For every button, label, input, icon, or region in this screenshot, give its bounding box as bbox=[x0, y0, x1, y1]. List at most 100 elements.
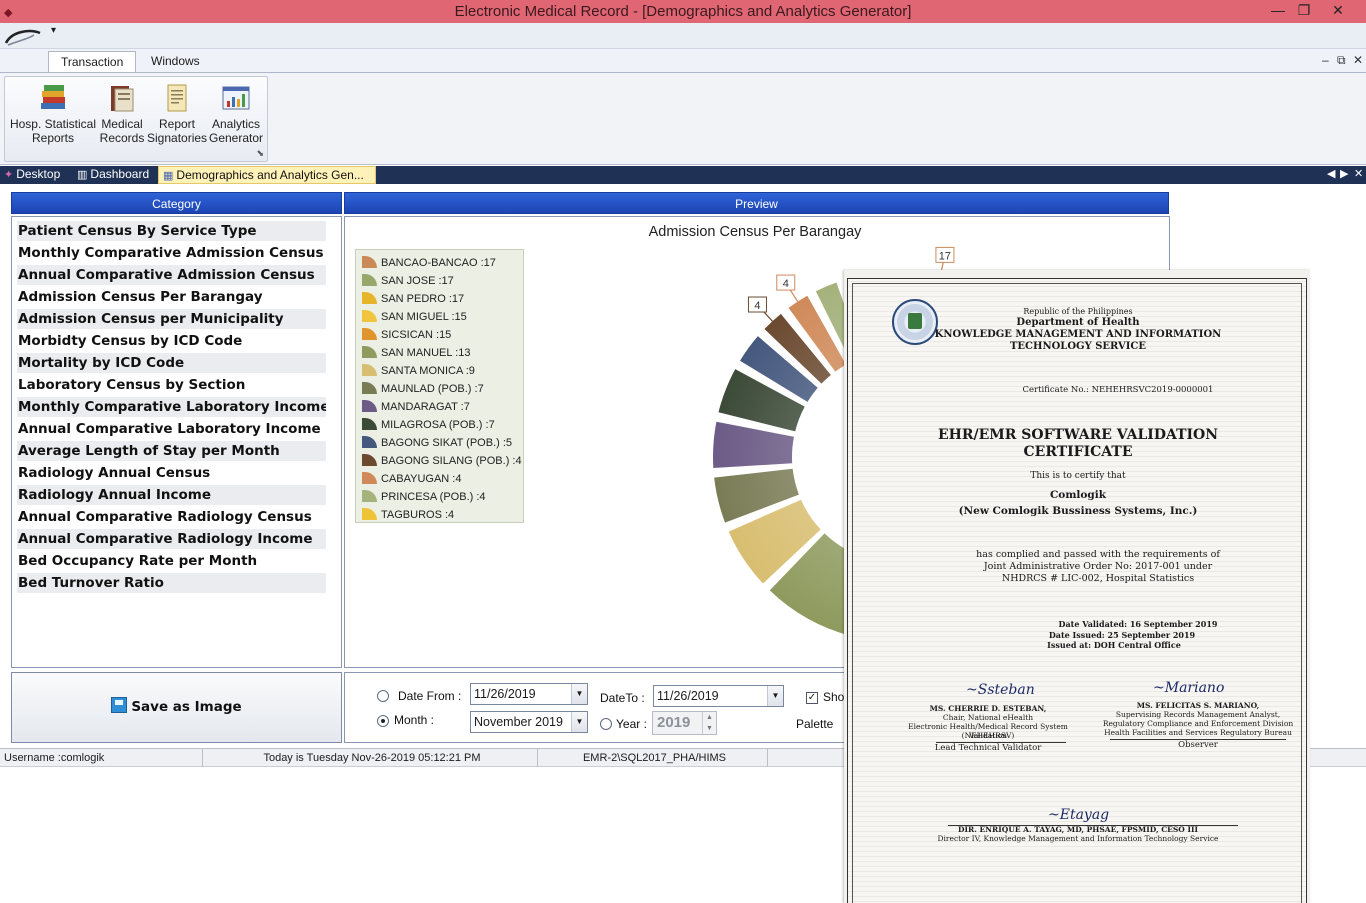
scroll-right-icon[interactable]: ▶ bbox=[1340, 167, 1348, 180]
month-value: November 2019 bbox=[474, 715, 563, 729]
ribbon-button-label: Hosp. Statistical bbox=[9, 117, 97, 131]
month-picker[interactable]: November 2019 ▼ bbox=[470, 711, 588, 733]
tab-transaction[interactable]: Transaction bbox=[48, 51, 137, 73]
cert-issued-at: Issued at: DOH Central Office bbox=[1047, 640, 1181, 650]
category-item[interactable]: Radiology Annual Census bbox=[17, 463, 326, 483]
date-to-label: DateTo : bbox=[600, 691, 645, 705]
cert-office1: KNOWLEDGE MANAGEMENT AND INFORMATION bbox=[934, 329, 1222, 340]
analytics-generator-button[interactable]: Analytics Generator bbox=[207, 79, 265, 145]
show-checkbox[interactable]: ✓ bbox=[806, 692, 818, 704]
ribbon-tabs: Transaction Windows – ⧉ ✕ bbox=[0, 49, 1366, 73]
legend-swatch bbox=[362, 274, 377, 286]
date-from-picker[interactable]: 11/26/2019 ▼ bbox=[470, 683, 588, 705]
sig2-role: Observer bbox=[1178, 740, 1218, 750]
ribbon-button-label: Report bbox=[158, 117, 196, 131]
report-signatories-button[interactable]: Report Signatories bbox=[147, 79, 207, 145]
legend-label: PRINCESA (POB.) :4 bbox=[381, 491, 486, 503]
legend-item: BAGONG SIKAT (POB.) :5 bbox=[362, 434, 512, 452]
legend-item: SAN MANUEL :13 bbox=[362, 344, 470, 362]
tab-windows[interactable]: Windows bbox=[139, 51, 212, 73]
chevron-down-icon[interactable]: ▼ bbox=[571, 712, 587, 732]
chevron-down-icon[interactable]: ▼ bbox=[767, 686, 783, 706]
medical-records-button[interactable]: Medical Records bbox=[97, 79, 147, 145]
document-icon bbox=[167, 84, 187, 112]
doc-tab-dashboard[interactable]: ▥ Dashboard bbox=[73, 166, 157, 184]
category-item[interactable]: Monthly Comparative Laboratory Income bbox=[17, 397, 326, 417]
category-item[interactable]: Monthly Comparative Admission Census bbox=[17, 243, 326, 263]
category-item[interactable]: Annual Comparative Laboratory Income bbox=[17, 419, 326, 439]
legend-swatch bbox=[362, 328, 377, 340]
category-item[interactable]: Annual Comparative Admission Census bbox=[17, 265, 326, 285]
document-tab-strip: ✦ Desktop ▥ Dashboard ▦ Demographics and An… bbox=[0, 166, 1366, 184]
legend-swatch bbox=[362, 292, 377, 304]
category-item[interactable]: Radiology Annual Income bbox=[17, 485, 326, 505]
legend-item: MAUNLAD (POB.) :7 bbox=[362, 380, 484, 398]
year-radio[interactable] bbox=[600, 718, 612, 730]
filter-panel: Date From : 11/26/2019 ▼ DateTo : 11/26/… bbox=[344, 672, 854, 743]
month-radio[interactable] bbox=[377, 715, 389, 727]
qat-dropdown-icon[interactable]: ▾ bbox=[51, 25, 56, 36]
category-item[interactable]: Laboratory Census by Section bbox=[17, 375, 326, 395]
doc-tab-demographics[interactable]: ▦ Demographics and Analytics Gen... bbox=[158, 166, 376, 184]
sig2-title-2: Regulatory Compliance and Enforcement Di… bbox=[1102, 719, 1294, 728]
dialog-launcher-icon[interactable]: ⬊ bbox=[256, 148, 264, 159]
restore-button[interactable]: ❐ bbox=[1289, 0, 1319, 22]
preview-header: Preview bbox=[344, 192, 1169, 214]
legend-label: BANCAO-BANCAO :17 bbox=[381, 257, 496, 269]
donut-slice bbox=[713, 421, 794, 468]
category-item[interactable]: Mortality by ICD Code bbox=[17, 353, 326, 373]
category-item[interactable]: Admission Census Per Barangay bbox=[17, 287, 326, 307]
cert-complied-3: NHDRCS # LIC-002, Hospital Statistics bbox=[1001, 573, 1195, 584]
category-item[interactable]: Annual Comparative Radiology Income bbox=[17, 529, 326, 549]
data-label: 4 bbox=[754, 300, 760, 312]
legend-label: MAUNLAD (POB.) :7 bbox=[381, 383, 484, 395]
palette-label: Palette bbox=[796, 717, 834, 731]
ribbon-button-label: Reports bbox=[31, 131, 75, 145]
spin-arrows-icon[interactable]: ▲ ▼ bbox=[702, 712, 716, 734]
category-item[interactable]: Annual Comparative Radiology Census bbox=[17, 507, 326, 527]
close-tab-icon[interactable]: ✕ bbox=[1354, 167, 1363, 180]
close-button[interactable]: ✕ bbox=[1323, 0, 1353, 22]
cert-company: Comlogik bbox=[1049, 489, 1107, 501]
doc-tab-label: Desktop bbox=[16, 167, 61, 181]
status-date: Today is Tuesday Nov-26-2019 05:12:21 PM bbox=[203, 749, 538, 767]
signature-2-icon: ~Mariano bbox=[1153, 680, 1225, 696]
doc-tab-label: Demographics and Analytics Gen... bbox=[176, 168, 364, 182]
date-range-radio[interactable] bbox=[377, 690, 389, 702]
scroll-left-icon[interactable]: ◀ bbox=[1327, 167, 1335, 180]
ribbon-body: Hosp. Statistical Reports Medical Record… bbox=[0, 72, 1366, 165]
cert-complied-1: has complied and passed with the require… bbox=[976, 549, 1220, 560]
legend-label: MANDARAGAT :7 bbox=[381, 401, 470, 413]
cert-date-issued: Date Issued: 25 September 2019 bbox=[1048, 630, 1196, 640]
legend-swatch bbox=[362, 364, 377, 376]
legend-swatch bbox=[362, 508, 377, 520]
mdi-minimize-button[interactable]: – bbox=[1322, 53, 1329, 67]
category-item[interactable]: Patient Census By Service Type bbox=[17, 221, 326, 241]
chart-title: Admission Census Per Barangay bbox=[648, 224, 862, 240]
ribbon-button-label: Analytics bbox=[211, 117, 261, 131]
legend-label: BAGONG SILANG (POB.) :4 bbox=[381, 455, 522, 467]
app-orb-icon[interactable] bbox=[4, 29, 42, 47]
category-list: Patient Census By Service Type Monthly C… bbox=[11, 216, 342, 668]
category-item[interactable]: Morbidty Census by ICD Code bbox=[17, 331, 326, 351]
date-to-picker[interactable]: 11/26/2019 ▼ bbox=[653, 685, 784, 707]
category-item[interactable]: Bed Turnover Ratio bbox=[17, 573, 326, 593]
category-item[interactable]: Bed Occupancy Rate per Month bbox=[17, 551, 326, 571]
save-label: Save as Image bbox=[131, 699, 242, 715]
mdi-close-button[interactable]: ✕ bbox=[1353, 53, 1363, 67]
ribbon-button-label: Signatories bbox=[147, 131, 208, 145]
legend-item: TAGBUROS :4 bbox=[362, 506, 454, 524]
legend-label: MILAGROSA (POB.) :7 bbox=[381, 419, 495, 431]
year-spinner[interactable]: 2019 ▲ ▼ bbox=[652, 711, 717, 735]
app-icon: ◆ bbox=[4, 7, 13, 19]
doc-tab-desktop[interactable]: ✦ Desktop bbox=[0, 166, 72, 184]
legend-item: SAN JOSE :17 bbox=[362, 272, 454, 290]
chevron-down-icon[interactable]: ▼ bbox=[571, 684, 587, 704]
category-item[interactable]: Admission Census per Municipality bbox=[17, 309, 326, 329]
mdi-restore-button[interactable]: ⧉ bbox=[1337, 53, 1346, 68]
hosp-statistical-reports-button[interactable]: Hosp. Statistical Reports bbox=[9, 79, 97, 145]
certificate-image: Republic of the Philippines Department o… bbox=[844, 270, 1310, 903]
cert-title-2: CERTIFICATE bbox=[1023, 444, 1133, 460]
save-as-image-button[interactable]: Save as Image bbox=[11, 672, 342, 743]
category-item[interactable]: Average Length of Stay per Month bbox=[17, 441, 326, 461]
